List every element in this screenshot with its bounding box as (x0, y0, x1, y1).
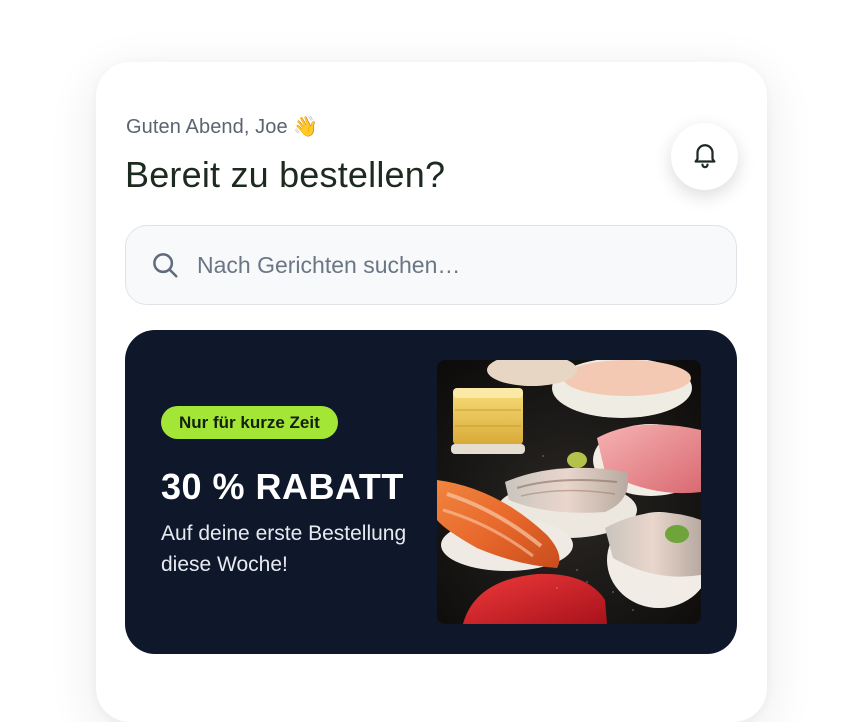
search-bar[interactable] (125, 225, 737, 305)
page-title: Bereit zu bestellen? (125, 154, 446, 195)
search-icon (150, 250, 180, 280)
home-card: Guten Abend, Joe 👋 Bereit zu bestellen? … (96, 62, 767, 722)
sushi-photo (437, 360, 701, 624)
bell-icon (690, 139, 720, 174)
notifications-button[interactable] (671, 123, 738, 190)
limited-time-badge: Nur für kurze Zeit (161, 406, 338, 439)
promo-subtitle: Auf deine erste Bestellung diese Woche! (161, 522, 407, 576)
search-input[interactable] (197, 251, 697, 279)
promo-banner[interactable]: Nur für kurze Zeit 30 % RABATT Auf deine… (125, 330, 737, 654)
greeting: Guten Abend, Joe 👋 (126, 114, 318, 139)
waving-hand-emoji: 👋 (293, 116, 319, 138)
promo-headline: 30 % RABATT (161, 466, 404, 507)
greeting-text: Guten Abend, Joe (126, 116, 288, 138)
